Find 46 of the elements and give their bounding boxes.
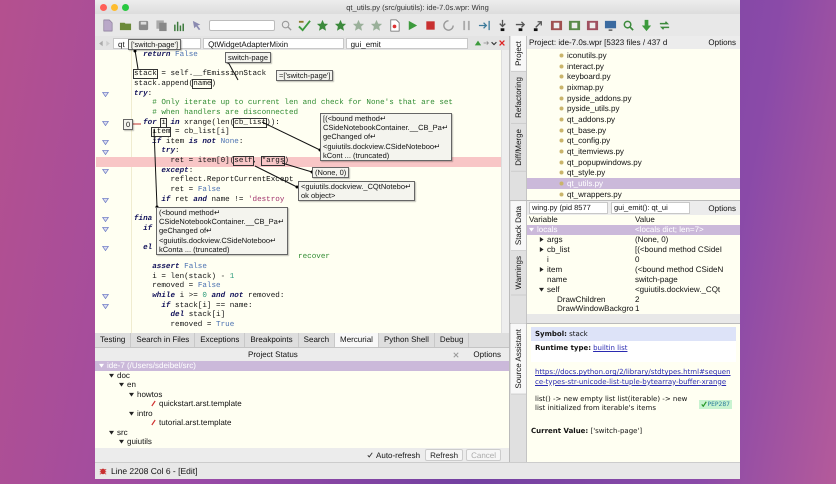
file-name: qt_addons.py bbox=[567, 114, 616, 124]
variable-name: i bbox=[547, 255, 549, 264]
checkbox-label: Auto-refresh bbox=[376, 450, 420, 460]
variable-value: (<bound method CSideN bbox=[635, 264, 724, 274]
file-name: keyboard.py bbox=[567, 72, 611, 82]
variable-name: name bbox=[547, 274, 568, 284]
variable-value: (None, 0) bbox=[635, 235, 670, 244]
tree-label: intro bbox=[137, 408, 153, 418]
column-header: Variable bbox=[528, 215, 559, 224]
variable-value: <guiutils.dockview._CQt bbox=[635, 284, 722, 294]
tree-label: quickstart.arst.template bbox=[159, 399, 242, 408]
file-name: qt_itemviews.py bbox=[567, 147, 624, 156]
variable-value: 1 bbox=[635, 304, 640, 314]
variable-name: locals bbox=[537, 225, 558, 234]
variable-value: 2 bbox=[635, 294, 640, 304]
file-name: pyside_addons.py bbox=[567, 94, 632, 103]
tree-label: howtos bbox=[137, 390, 162, 399]
variable-name: DrawWindowBackgro bbox=[557, 304, 634, 314]
variable-value: switch-page bbox=[635, 274, 679, 284]
variable-name: cb_list bbox=[547, 245, 570, 254]
variable-name: DrawChildren bbox=[557, 294, 606, 304]
tree-label: guiutils bbox=[127, 437, 152, 446]
variable-value: [(<bound method CSideI bbox=[635, 245, 723, 254]
file-name: qt_popupwindows.py bbox=[567, 158, 642, 167]
variable-name: item bbox=[547, 264, 562, 274]
column-header: Value bbox=[635, 215, 656, 224]
tree-label: src bbox=[117, 428, 128, 437]
tree-label: en bbox=[127, 380, 136, 390]
file-name: pixmap.py bbox=[567, 82, 604, 92]
file-name: qt_utils.py bbox=[567, 179, 604, 188]
file-name: iconutils.py bbox=[567, 50, 607, 60]
variable-value: 0 bbox=[635, 255, 640, 264]
variable-name: args bbox=[547, 235, 563, 244]
file-name: qt_config.py bbox=[567, 136, 610, 146]
file-name: qt_wrappers.py bbox=[567, 190, 622, 199]
variable-name: self bbox=[547, 284, 560, 294]
tree-label: ide-7 (/Users/sdeibel/src) bbox=[107, 361, 196, 370]
status-text: Line 2208 Col 6 - [Edit] bbox=[111, 466, 198, 476]
variable-value: <locals dict; len=7> bbox=[635, 225, 705, 234]
tree-label: doc bbox=[117, 370, 130, 380]
file-name: qt_base.py bbox=[567, 126, 606, 135]
file-name: pyside_utils.py bbox=[567, 104, 620, 114]
tree-label: tutorial.arst.template bbox=[159, 418, 232, 428]
file-name: qt_style.py bbox=[567, 168, 606, 178]
panel-header: Project: ide-7.0s.wpr [5323 files / 437 d bbox=[529, 38, 668, 47]
file-name: interact.py bbox=[567, 62, 604, 71]
